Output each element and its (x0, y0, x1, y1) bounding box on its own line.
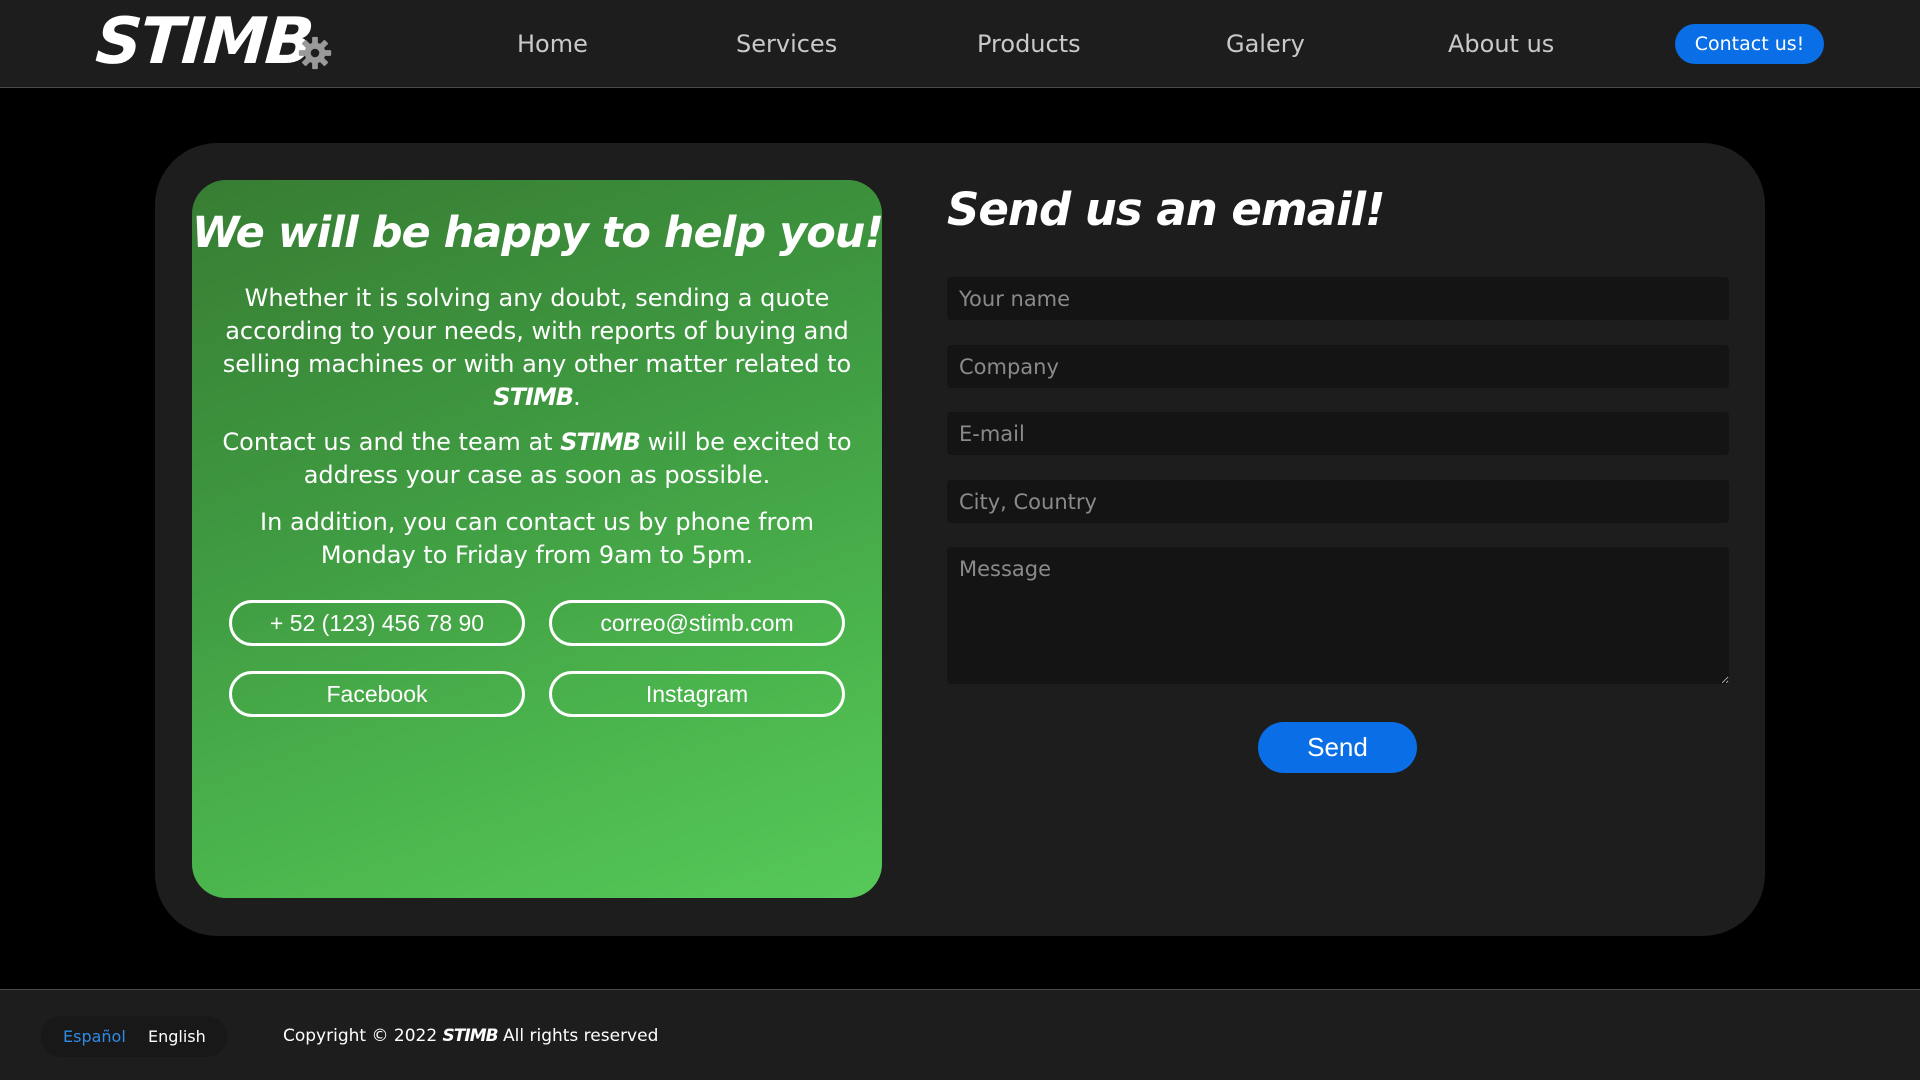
help-p1-text: Whether it is solving any doubt, sending… (222, 284, 852, 378)
footer: Español English Copyright © 2022 STIMB A… (0, 989, 1920, 1080)
help-p1-end: . (573, 383, 581, 411)
language-espanol[interactable]: Español (63, 1016, 126, 1057)
copyright-suffix: All rights reserved (497, 1026, 659, 1046)
gear-icon (296, 34, 334, 72)
brand-inline: STIMB (560, 428, 641, 456)
stimb-logo[interactable]: STIMB (93, 5, 334, 79)
copyright-text: Copyright © 2022 STIMB All rights reserv… (283, 1016, 658, 1057)
language-switch: Español English (41, 1016, 227, 1057)
brand-inline: STIMB (493, 383, 574, 411)
contact-us-button[interactable]: Contact us! (1675, 24, 1824, 64)
nav-services[interactable]: Services (736, 26, 837, 62)
send-button[interactable]: Send (1258, 722, 1417, 773)
help-paragraph-doubts: Whether it is solving any doubt, sending… (214, 282, 860, 414)
brand-inline: STIMB (442, 1026, 499, 1046)
contact-card: We will be happy to help you! Whether it… (155, 143, 1765, 936)
city-country-field[interactable] (947, 480, 1729, 523)
help-paragraph-team: Contact us and the team at STIMB will be… (214, 426, 860, 492)
phone-button[interactable]: + 52 (123) 456 78 90 (229, 600, 525, 646)
facebook-button[interactable]: Facebook (229, 671, 525, 717)
help-paragraph-phone-hours: In addition, you can contact us by phone… (260, 508, 814, 569)
name-field[interactable] (947, 277, 1729, 320)
nav-products[interactable]: Products (977, 26, 1081, 62)
form-title: Send us an email! (947, 183, 1386, 236)
instagram-button[interactable]: Instagram (549, 671, 845, 717)
nav-galery[interactable]: Galery (1226, 26, 1305, 62)
language-english[interactable]: English (148, 1016, 206, 1057)
help-panel: We will be happy to help you! Whether it… (192, 180, 884, 898)
top-navbar: STIMB Home Services Products Galery Abou… (0, 0, 1920, 88)
nav-home[interactable]: Home (517, 26, 588, 62)
logo-text: STIMB (93, 5, 315, 79)
help-title: We will be happy to help you! (192, 208, 884, 258)
help-p2-text: Contact us and the team at (222, 428, 561, 456)
company-field[interactable] (947, 345, 1729, 388)
email-button[interactable]: correo@stimb.com (549, 600, 845, 646)
message-field[interactable] (947, 547, 1729, 684)
email-field[interactable] (947, 412, 1729, 455)
copyright-prefix: Copyright © 2022 (283, 1026, 443, 1046)
nav-about-us[interactable]: About us (1448, 26, 1554, 62)
